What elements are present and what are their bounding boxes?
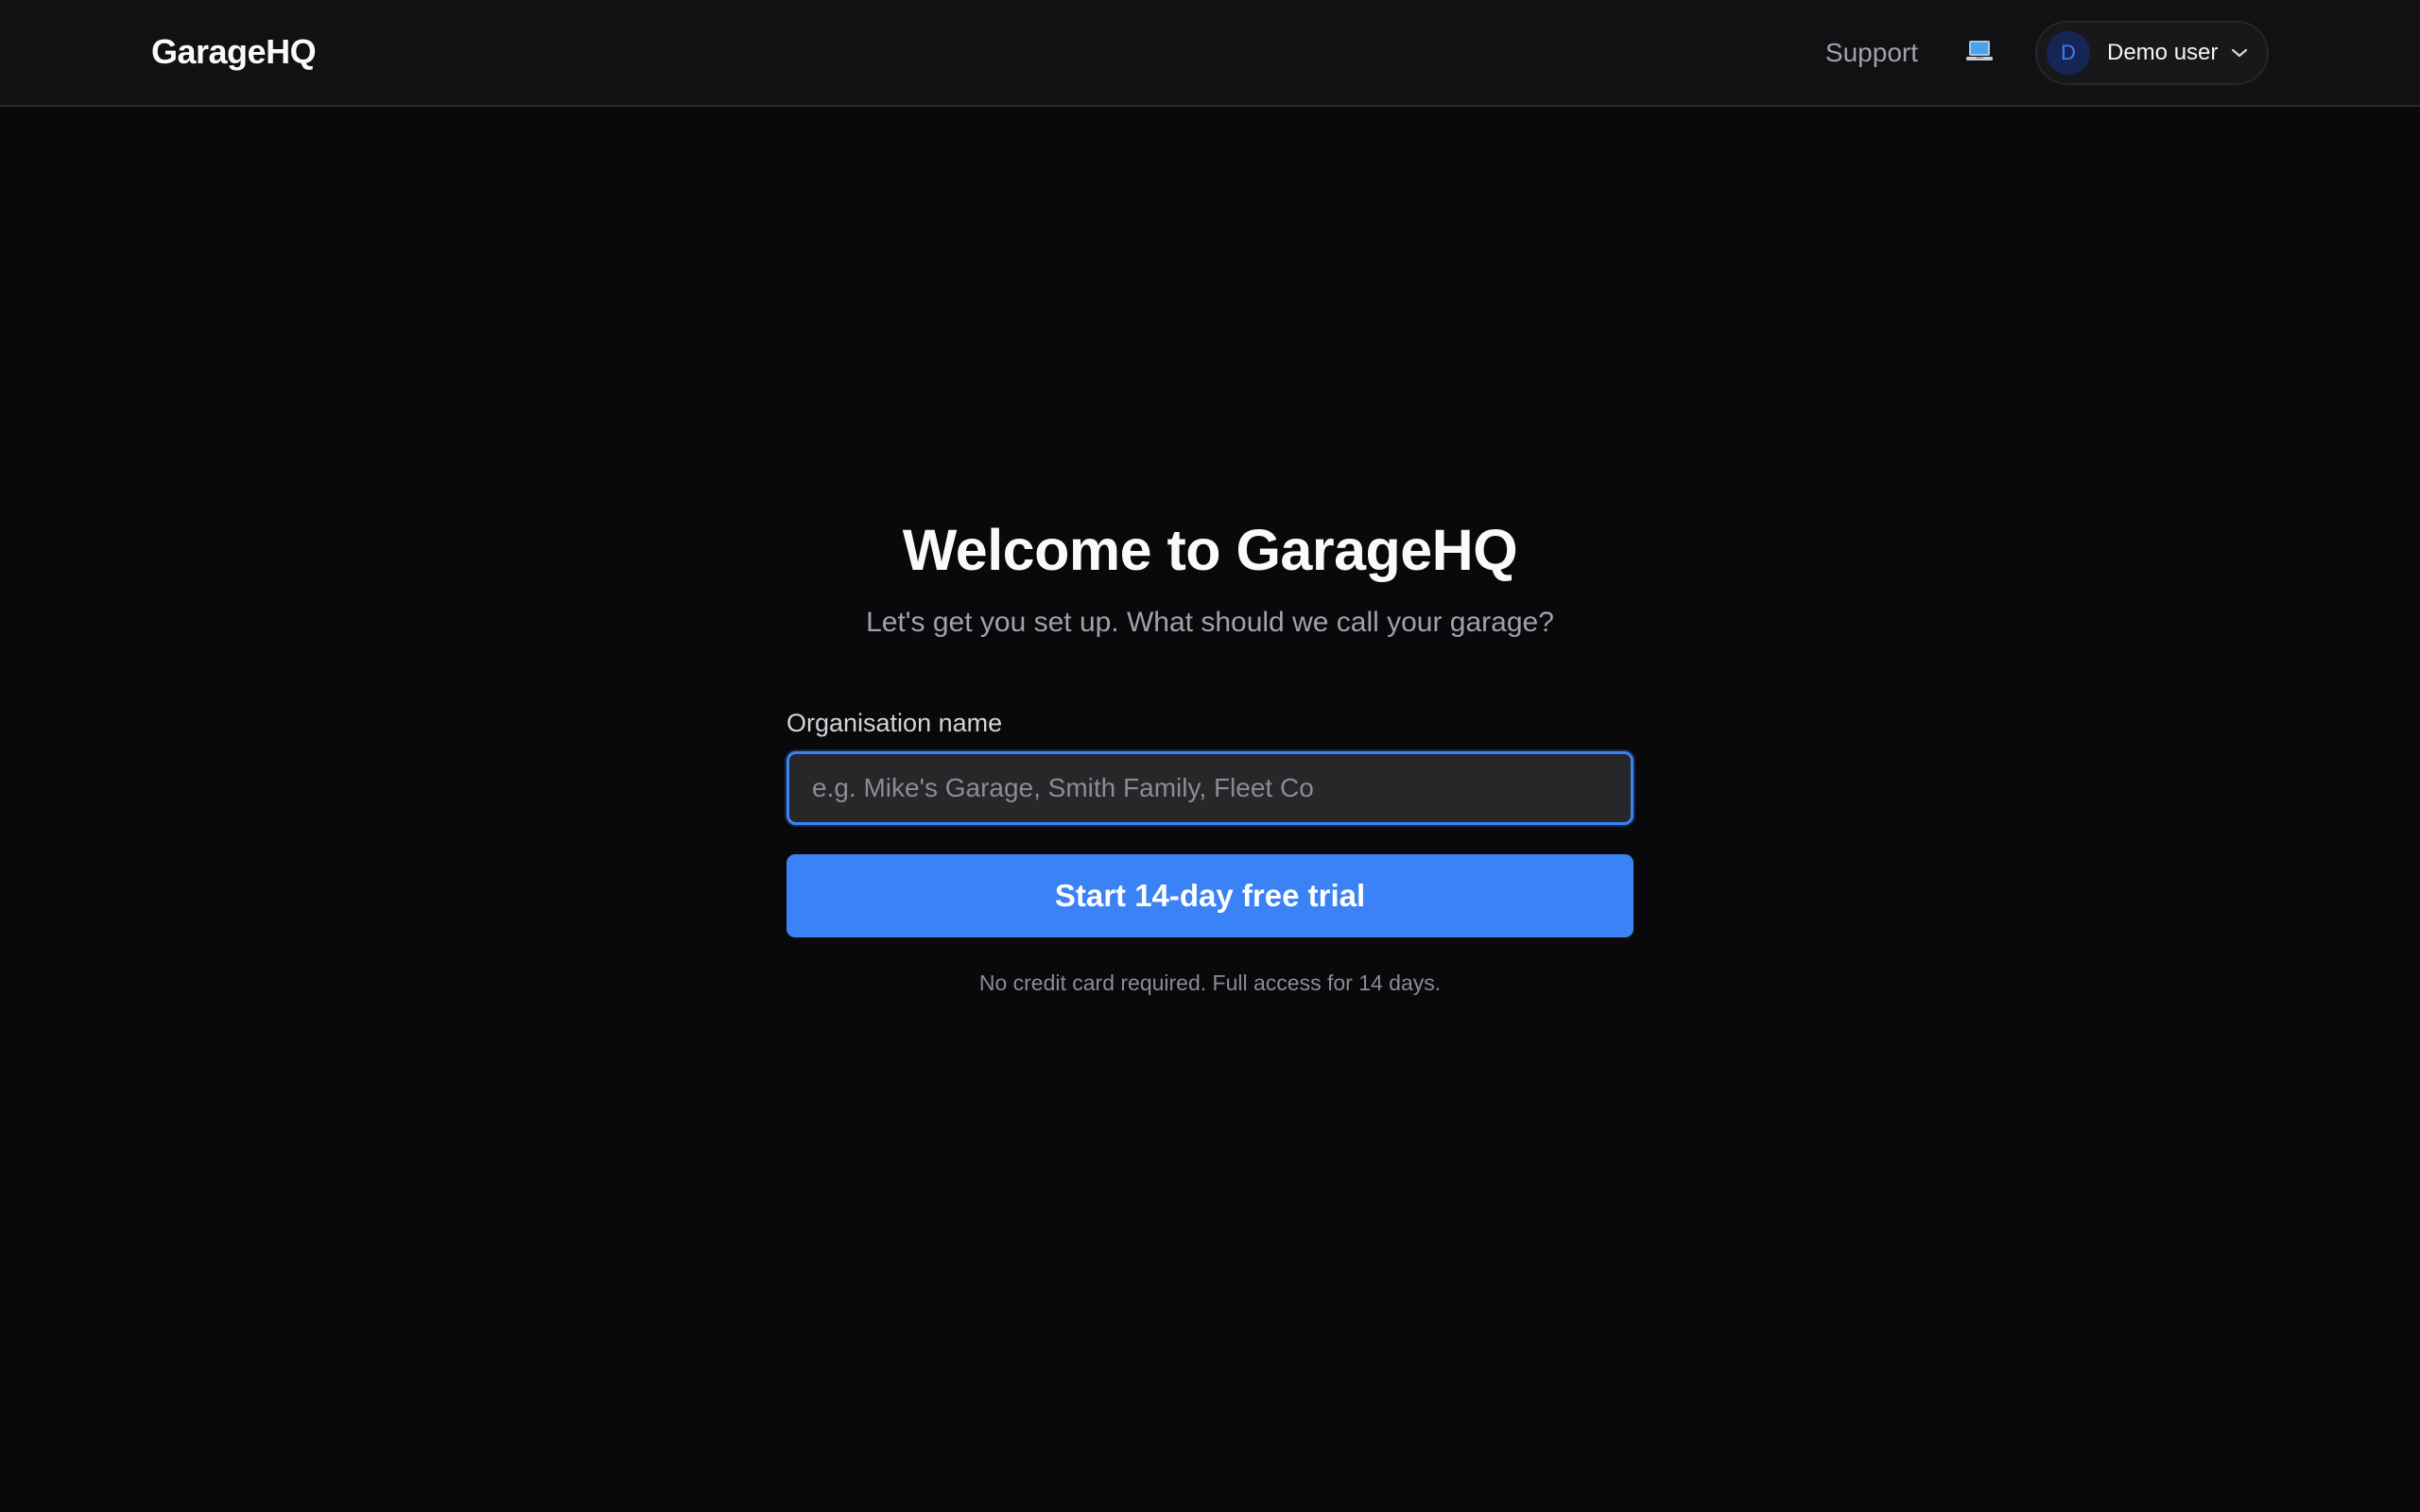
main-content: Welcome to GarageHQ Let's get you set up… — [0, 109, 2420, 1512]
user-menu-button[interactable]: D Demo user — [2035, 21, 2269, 85]
top-nav-bar: GarageHQ Support D Demo user — [0, 0, 2420, 107]
trial-footnote: No credit card required. Full access for… — [978, 971, 1442, 995]
theme-toggle-button[interactable] — [1958, 31, 2001, 75]
avatar: D — [2047, 31, 2090, 75]
support-link[interactable]: Support — [1825, 38, 1918, 68]
page-subtitle: Let's get you set up. What should we cal… — [866, 607, 1554, 638]
nav-actions: Support D Demo user — [1825, 21, 2269, 85]
start-trial-button[interactable]: Start 14-day free trial — [786, 854, 1634, 937]
page-title: Welcome to GarageHQ — [902, 518, 1518, 582]
organisation-name-label: Organisation name — [786, 709, 1003, 737]
organisation-name-input[interactable] — [786, 751, 1634, 825]
laptop-icon — [1965, 39, 1994, 68]
chevron-down-icon — [2229, 43, 2250, 63]
brand-logo[interactable]: GarageHQ — [151, 32, 317, 72]
user-name: Demo user — [2107, 40, 2219, 65]
